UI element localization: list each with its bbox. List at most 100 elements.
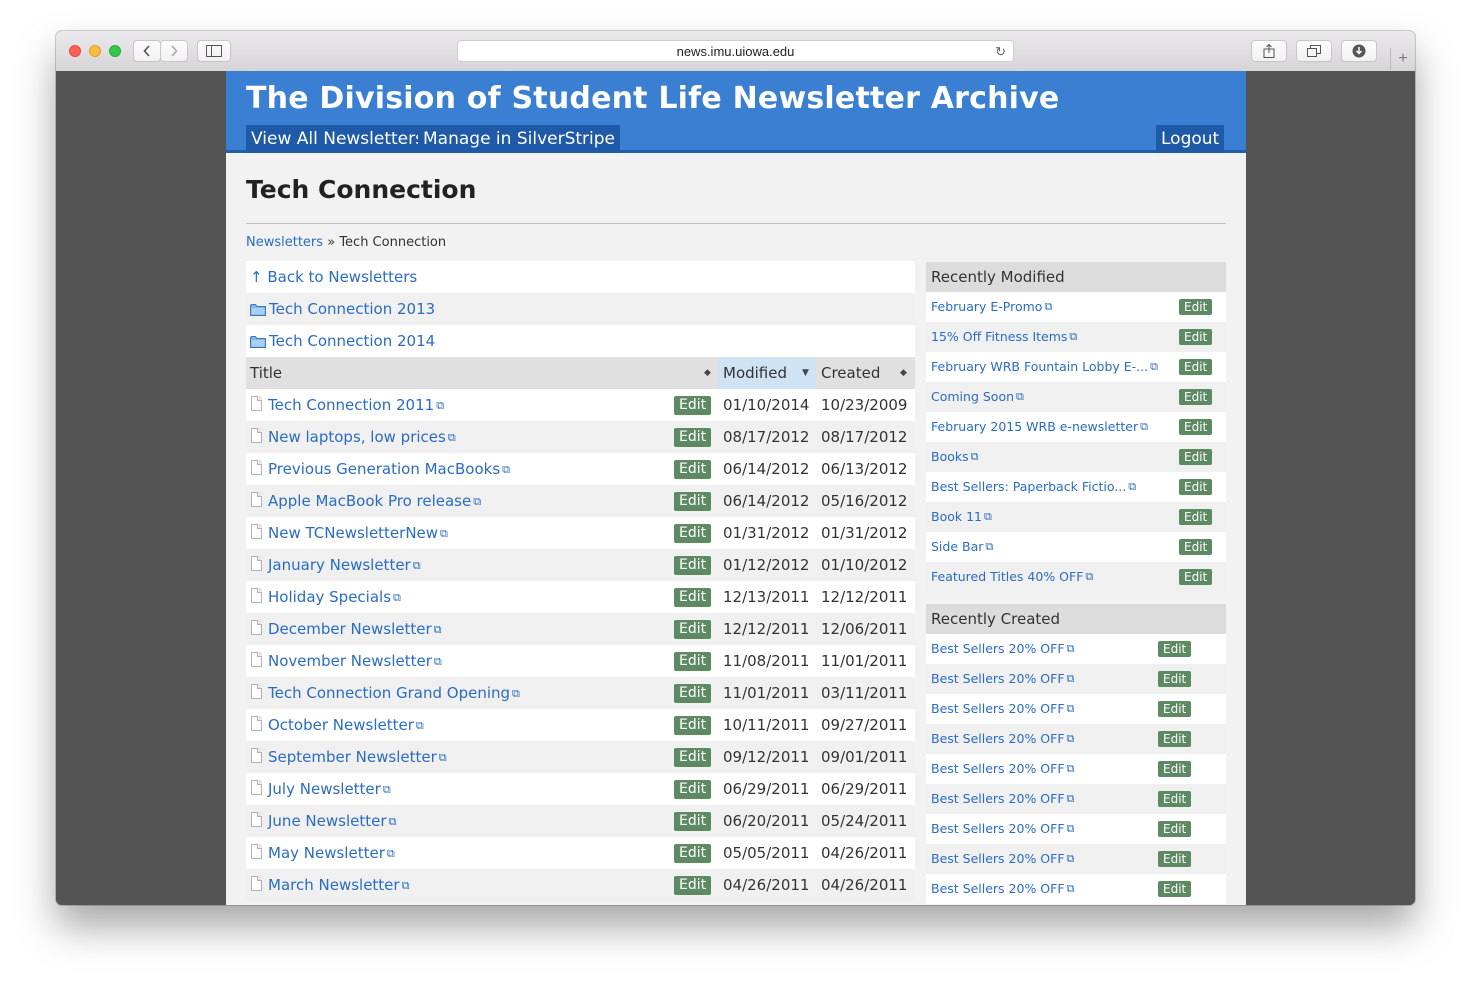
sidebar-item-link[interactable]: Coming Soon (931, 389, 1014, 404)
sidebar-item-link[interactable]: Best Sellers 20% OFF (931, 701, 1065, 716)
newsletter-link[interactable]: Tech Connection 2011 (268, 396, 434, 414)
external-link-icon[interactable]: ⧉ (1016, 382, 1024, 412)
external-link-icon[interactable]: ⧉ (436, 390, 444, 422)
tabs-overview-button[interactable] (1296, 40, 1332, 62)
sidebar-edit-button[interactable]: Edit (1158, 731, 1192, 747)
folder-link[interactable]: Tech Connection 2014 (269, 332, 435, 350)
sidebar-item-link[interactable]: Books (931, 449, 969, 464)
newsletter-link[interactable]: September Newsletter (268, 748, 437, 766)
edit-button[interactable]: Edit (674, 748, 712, 767)
column-header-created[interactable]: Created ◆ (816, 357, 915, 389)
sidebar-toggle-button[interactable] (197, 40, 231, 62)
sidebar-edit-button[interactable]: Edit (1179, 329, 1213, 345)
minimize-window-button[interactable] (89, 45, 101, 57)
sidebar-item-link[interactable]: 15% Off Fitness Items (931, 329, 1067, 344)
edit-button[interactable]: Edit (674, 812, 712, 831)
newsletter-link[interactable]: Previous Generation MacBooks (268, 460, 500, 478)
external-link-icon[interactable]: ⧉ (1067, 814, 1075, 844)
external-link-icon[interactable]: ⧉ (440, 518, 448, 550)
sidebar-item-link[interactable]: February 2015 WRB e-newsletter (931, 419, 1138, 434)
external-link-icon[interactable]: ⧉ (1067, 694, 1075, 724)
external-link-icon[interactable]: ⧉ (434, 646, 442, 678)
column-header-title[interactable]: Title (250, 357, 282, 389)
newsletter-link[interactable]: November Newsletter (268, 652, 432, 670)
back-button[interactable] (133, 40, 161, 62)
sidebar-edit-button[interactable]: Edit (1179, 389, 1213, 405)
edit-button[interactable]: Edit (674, 492, 712, 511)
newsletter-link[interactable]: New TCNewsletterNew (268, 524, 438, 542)
external-link-icon[interactable]: ⧉ (387, 838, 395, 870)
new-tab-button[interactable]: + (1390, 48, 1415, 70)
sidebar-item-link[interactable]: Best Sellers 20% OFF (931, 791, 1065, 806)
external-link-icon[interactable]: ⧉ (402, 870, 410, 902)
close-window-button[interactable] (69, 45, 81, 57)
edit-button[interactable]: Edit (674, 780, 712, 799)
breadcrumb-newsletters-link[interactable]: Newsletters (246, 235, 323, 250)
sidebar-edit-button[interactable]: Edit (1179, 449, 1213, 465)
sidebar-edit-button[interactable]: Edit (1158, 671, 1192, 687)
external-link-icon[interactable]: ⧉ (448, 422, 456, 454)
external-link-icon[interactable]: ⧉ (1069, 322, 1077, 352)
logout-button[interactable]: Logout (1156, 125, 1225, 153)
newsletter-link[interactable]: March Newsletter (268, 876, 400, 894)
sidebar-edit-button[interactable]: Edit (1179, 539, 1213, 555)
edit-button[interactable]: Edit (674, 716, 712, 735)
external-link-icon[interactable]: ⧉ (1044, 292, 1052, 322)
edit-button[interactable]: Edit (674, 844, 712, 863)
sidebar-edit-button[interactable]: Edit (1158, 641, 1192, 657)
column-header-modified[interactable]: Modified ▼ (718, 357, 816, 389)
newsletter-link[interactable]: December Newsletter (268, 620, 432, 638)
external-link-icon[interactable]: ⧉ (439, 742, 447, 774)
external-link-icon[interactable]: ⧉ (413, 550, 421, 582)
sort-arrows-icon[interactable]: ◆ (704, 357, 711, 389)
external-link-icon[interactable]: ⧉ (434, 614, 442, 646)
external-link-icon[interactable]: ⧉ (1067, 784, 1075, 814)
sidebar-item-link[interactable]: Side Bar (931, 539, 983, 554)
sidebar-edit-button[interactable]: Edit (1158, 791, 1192, 807)
sidebar-edit-button[interactable]: Edit (1179, 299, 1213, 315)
forward-button[interactable] (160, 40, 188, 62)
external-link-icon[interactable]: ⧉ (984, 502, 992, 532)
external-link-icon[interactable]: ⧉ (1140, 412, 1148, 442)
downloads-button[interactable] (1341, 40, 1377, 62)
external-link-icon[interactable]: ⧉ (1067, 874, 1075, 904)
sidebar-edit-button[interactable]: Edit (1158, 701, 1192, 717)
external-link-icon[interactable]: ⧉ (1067, 724, 1075, 754)
back-to-newsletters-link[interactable]: ↑ Back to Newsletters (250, 268, 417, 286)
edit-button[interactable]: Edit (674, 588, 712, 607)
external-link-icon[interactable]: ⧉ (416, 710, 424, 742)
external-link-icon[interactable]: ⧉ (512, 678, 520, 710)
newsletter-link[interactable]: New laptops, low prices (268, 428, 446, 446)
external-link-icon[interactable]: ⧉ (1067, 634, 1075, 664)
sidebar-edit-button[interactable]: Edit (1179, 419, 1213, 435)
newsletter-link[interactable]: Tech Connection Grand Opening (268, 684, 510, 702)
sidebar-item-link[interactable]: Best Sellers: Paperback Fictio... (931, 479, 1126, 494)
edit-button[interactable]: Edit (674, 460, 712, 479)
external-link-icon[interactable]: ⧉ (393, 582, 401, 614)
external-link-icon[interactable]: ⧉ (1067, 754, 1075, 784)
edit-button[interactable]: Edit (674, 652, 712, 671)
edit-button[interactable]: Edit (674, 556, 712, 575)
newsletter-link[interactable]: Holiday Specials (268, 588, 391, 606)
edit-button[interactable]: Edit (674, 876, 712, 895)
external-link-icon[interactable]: ⧉ (389, 806, 397, 838)
manage-in-silverstripe-button[interactable]: Manage in SilverStripe (418, 125, 620, 153)
sidebar-item-link[interactable]: Best Sellers 20% OFF (931, 761, 1065, 776)
sidebar-item-link[interactable]: Featured Titles 40% OFF (931, 569, 1083, 584)
sidebar-item-link[interactable]: Best Sellers 20% OFF (931, 851, 1065, 866)
edit-button[interactable]: Edit (674, 428, 712, 447)
edit-button[interactable]: Edit (674, 396, 712, 415)
sidebar-edit-button[interactable]: Edit (1179, 509, 1213, 525)
external-link-icon[interactable]: ⧉ (1085, 562, 1093, 592)
external-link-icon[interactable]: ⧉ (1128, 472, 1136, 502)
sidebar-item-link[interactable]: Best Sellers 20% OFF (931, 821, 1065, 836)
newsletter-link[interactable]: May Newsletter (268, 844, 385, 862)
sidebar-edit-button[interactable]: Edit (1158, 881, 1192, 897)
reload-icon[interactable]: ↻ (995, 44, 1006, 60)
edit-button[interactable]: Edit (674, 684, 712, 703)
external-link-icon[interactable]: ⧉ (473, 486, 481, 518)
newsletter-link[interactable]: Apple MacBook Pro release (268, 492, 471, 510)
edit-button[interactable]: Edit (674, 524, 712, 543)
sidebar-edit-button[interactable]: Edit (1179, 359, 1213, 375)
external-link-icon[interactable]: ⧉ (502, 454, 510, 486)
